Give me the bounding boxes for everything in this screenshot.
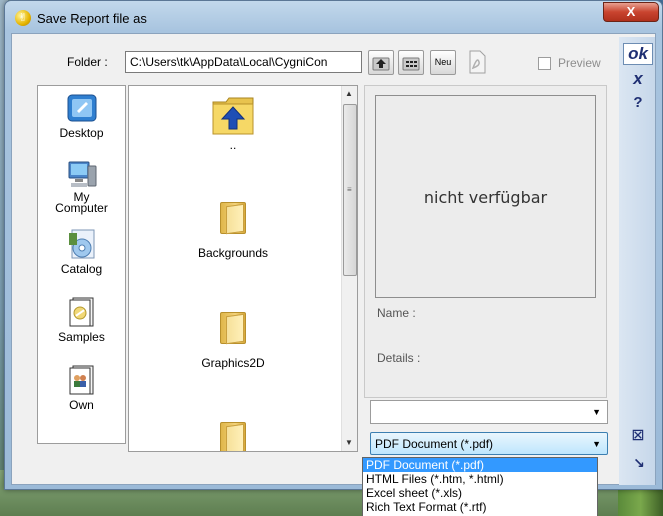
chevron-down-icon[interactable]: ▼ [592, 407, 601, 417]
up-folder-icon [212, 97, 254, 135]
own-icon [69, 365, 93, 395]
places-bar: Desktop My Computer Catalog Samples Own [37, 85, 126, 444]
place-label: My Computer [55, 190, 108, 215]
preview-placeholder: nicht verfügbar [375, 95, 596, 298]
catalog-icon [68, 229, 94, 259]
place-own[interactable]: Own [38, 364, 125, 412]
list-item[interactable]: .. [129, 92, 337, 152]
filetype-combo[interactable]: PDF Document (*.pdf) ▼ [370, 432, 608, 455]
desktop-icon [67, 94, 96, 122]
ok-button[interactable]: ok [623, 43, 653, 65]
grip-icon: ≡ [347, 185, 352, 194]
up-arrow-icon [372, 57, 390, 71]
title-bar[interactable]: ✌ Save Report file as X [5, 1, 662, 33]
folder-label: Folder : [67, 55, 108, 69]
file-name: .. [229, 138, 237, 152]
place-label: Desktop [59, 126, 104, 140]
shrink-button[interactable]: ⊠ [628, 426, 648, 446]
scroll-thumb[interactable]: ≡ [343, 104, 357, 276]
list-view-icon [402, 57, 420, 71]
folder-path-input[interactable]: C:\Users\tk\AppData\Local\CygniCon [125, 51, 362, 73]
scroll-up-icon[interactable]: ▲ [345, 89, 353, 98]
file-name: Graphics2D [201, 356, 265, 370]
file-list-scrollbar[interactable]: ▲ ≡ ▼ [341, 86, 357, 451]
name-label: Name : [377, 306, 416, 320]
pdf-icon [469, 50, 486, 74]
up-folder-button[interactable] [368, 50, 394, 75]
preview-panel: nicht verfügbar Name : Details : [364, 85, 607, 398]
collapse-icon: ⊠ [631, 427, 645, 444]
cancel-button[interactable]: x [627, 69, 649, 89]
place-catalog[interactable]: Catalog [38, 228, 125, 276]
preview-label: Preview [558, 56, 601, 70]
file-list[interactable]: .. Backgrounds Graphics2D ▲ ≡ ▼ [128, 85, 358, 452]
place-label: Samples [58, 330, 105, 344]
place-label: Own [69, 398, 94, 412]
list-item[interactable] [129, 422, 337, 451]
place-samples[interactable]: Samples [38, 296, 125, 344]
list-view-button[interactable] [398, 50, 424, 75]
list-item[interactable]: Graphics2D [129, 312, 337, 370]
help-button[interactable]: ? [627, 93, 649, 113]
preview-checkbox[interactable] [538, 57, 551, 70]
filetype-option[interactable]: Excel sheet (*.xls) [363, 486, 597, 500]
chevron-down-icon[interactable]: ▼ [592, 439, 601, 449]
filetype-dropdown[interactable]: PDF Document (*.pdf) HTML Files (*.htm, … [362, 457, 598, 516]
save-dialog: ✌ Save Report file as X Folder : C:\User… [4, 0, 663, 490]
resize-arrow-icon: ↘ [633, 455, 645, 471]
filetype-option[interactable]: HTML Files (*.htm, *.html) [363, 472, 597, 486]
samples-icon [69, 297, 93, 327]
folder-icon [220, 422, 246, 451]
filename-combo[interactable]: ▼ [370, 400, 608, 424]
resize-button[interactable]: ↘ [629, 453, 649, 473]
file-name: Backgrounds [197, 246, 269, 260]
window-title: Save Report file as [37, 11, 147, 26]
close-button[interactable]: X [603, 2, 659, 22]
place-computer[interactable]: My Computer [38, 160, 125, 214]
scroll-down-icon[interactable]: ▼ [345, 438, 353, 447]
details-label: Details : [377, 351, 421, 365]
computer-icon [68, 161, 96, 187]
folder-icon [220, 312, 246, 345]
filetype-option[interactable]: Rich Text Format (*.rtf) [363, 500, 597, 514]
pdf-button[interactable] [464, 50, 490, 75]
dialog-body: Folder : C:\Users\tk\AppData\Local\Cygni… [11, 33, 656, 485]
place-label: Catalog [60, 262, 103, 276]
filetype-option[interactable]: PDF Document (*.pdf) [363, 458, 597, 472]
app-icon: ✌ [15, 10, 31, 26]
folder-icon [220, 202, 246, 235]
new-folder-button[interactable]: Neu [430, 50, 456, 75]
list-item[interactable]: Backgrounds [129, 202, 337, 260]
filetype-selected: PDF Document (*.pdf) [375, 437, 494, 451]
place-desktop[interactable]: Desktop [38, 92, 125, 140]
